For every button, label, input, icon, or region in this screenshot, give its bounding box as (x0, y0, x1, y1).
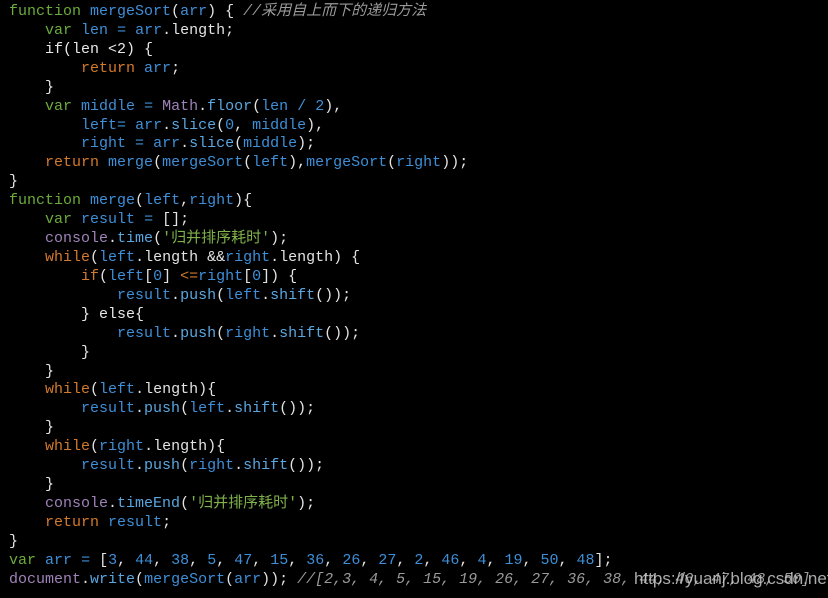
code-line: } (9, 78, 55, 96)
code-line: function merge(left,right){ (9, 192, 253, 210)
code-line: console.time('归并排序耗时'); (45, 230, 289, 248)
code-line: var result = []; (45, 211, 190, 229)
code-line: result.push(right.shift()); (81, 457, 325, 475)
code-line: function mergeSort(arr) { //采用自上而下的递归方法 (9, 3, 427, 20)
code-line: return merge(mergeSort(left),mergeSort(r… (45, 154, 469, 172)
code-line: while(right.length){ (45, 438, 226, 456)
code-line: } (9, 419, 55, 437)
code-line: } (9, 343, 91, 361)
code-line: var arr = [3, 44, 38, 5, 47, 15, 36, 26,… (9, 551, 613, 569)
code-line: if(len <2) { (9, 40, 154, 58)
code-line: result.push(left.shift()); (117, 286, 352, 304)
code-line: return arr; (81, 59, 181, 77)
code-line: while(left.length &&right.length) { (45, 248, 361, 266)
code-line: left= arr.slice(0, middle), (81, 116, 325, 134)
code-line: } (9, 532, 19, 550)
code-line: while(left.length){ (45, 381, 217, 399)
code-line: if(left[0] <=right[0]) { (81, 267, 298, 285)
code-line: } (9, 476, 55, 494)
code-line: right = arr.slice(middle); (81, 135, 316, 153)
code-line: return result; (45, 513, 172, 531)
code-line: console.timeEnd('归并排序耗时'); (45, 494, 316, 512)
code-line: var len = arr.length; (45, 21, 235, 39)
code-line: } (9, 362, 55, 380)
code-line: result.push(left.shift()); (81, 400, 316, 418)
watermark: https://yuanj.blog.csdn.net (634, 569, 828, 588)
code-editor[interactable]: function mergeSort(arr) { //采用自上而下的递归方法 … (9, 3, 810, 590)
code-line: var middle = Math.floor(len / 2), (45, 97, 343, 115)
code-line: } (9, 173, 19, 191)
code-line: } else{ (9, 305, 145, 323)
code-line: result.push(right.shift()); (117, 324, 361, 342)
